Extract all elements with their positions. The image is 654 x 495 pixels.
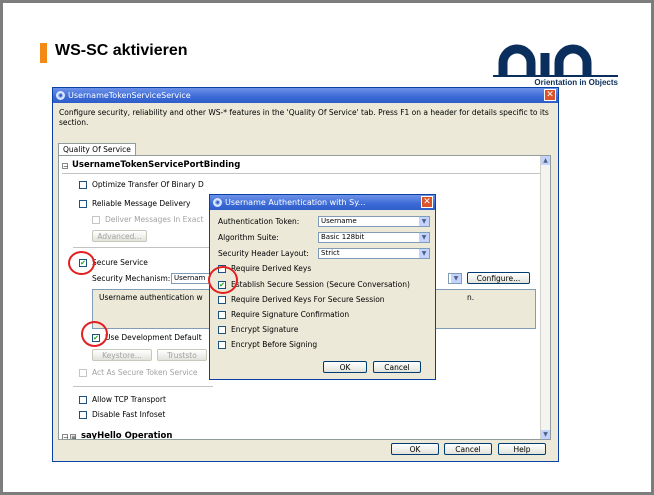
window-help-button[interactable]: Help: [498, 443, 546, 455]
binding-header: UsernameTokenServicePortBinding: [72, 160, 241, 170]
act-as-sts-label: Act As Secure Token Service: [92, 368, 198, 377]
dialog-title: Username Authentication with Sy...: [225, 198, 366, 207]
mechanism-description-tail: n.: [467, 293, 475, 302]
optimize-checkbox[interactable]: [79, 181, 87, 189]
service-icon: ◉: [56, 91, 65, 100]
window-description: Configure security, reliability and othe…: [59, 108, 549, 127]
dev-defaults-label: Use Development Default: [105, 333, 202, 342]
auth-token-label: Authentication Token:: [218, 217, 300, 226]
window-ok-button[interactable]: OK: [391, 443, 439, 455]
derived-keys-session-checkbox[interactable]: [218, 296, 226, 304]
security-mechanism-label: Security Mechanism:: [92, 274, 171, 283]
truststore-button[interactable]: Truststo: [157, 349, 207, 361]
algorithm-value: Basic 128bit: [321, 233, 365, 241]
scroll-up-icon[interactable]: ▲: [541, 156, 550, 165]
chevron-down-icon: ▼: [419, 217, 429, 226]
security-mechanism-value: Usernam: [174, 274, 206, 282]
option-label: Require Signature Confirmation: [231, 310, 350, 319]
keystore-button[interactable]: Keystore...: [92, 349, 152, 361]
encrypt-signature-checkbox[interactable]: [218, 326, 226, 334]
tab-quality-of-service[interactable]: Quality Of Service: [58, 143, 136, 155]
mechanism-description-text: Username authentication w: [99, 293, 203, 302]
layout-label: Security Header Layout:: [218, 249, 309, 258]
option-label: Encrypt Before Signing: [231, 340, 318, 349]
title-accent-bar: [40, 43, 47, 63]
deliver-checkbox[interactable]: [92, 216, 100, 224]
dialog-close-icon[interactable]: ✕: [421, 196, 433, 208]
window-cancel-button[interactable]: Cancel: [444, 443, 492, 455]
highlight-circle-dev-defaults: [81, 321, 108, 347]
deliver-label: Deliver Messages In Exact: [105, 215, 204, 224]
expand-icon[interactable]: −: [62, 434, 68, 439]
highlight-circle-secure-service: [68, 251, 95, 275]
chevron-down-icon: ▼: [419, 249, 429, 258]
layout-select[interactable]: Strict ▼: [318, 248, 430, 259]
option-label: Require Derived Keys: [231, 264, 312, 273]
layout-value: Strict: [321, 249, 340, 257]
algorithm-select[interactable]: Basic 128bit ▼: [318, 232, 430, 243]
window-titlebar: ◉ UsernameTokenServiceService: [53, 88, 558, 103]
option-label: Require Derived Keys For Secure Session: [231, 295, 385, 304]
auth-token-select[interactable]: Username ▼: [318, 216, 430, 227]
dialog-icon: ◉: [213, 198, 222, 207]
security-mechanism-select[interactable]: Usernam: [171, 273, 211, 284]
act-as-sts-checkbox[interactable]: [79, 369, 87, 377]
chevron-down-icon: ▼: [419, 233, 429, 242]
encrypt-before-signing-checkbox[interactable]: [218, 341, 226, 349]
reliable-checkbox[interactable]: [79, 200, 87, 208]
window-title: UsernameTokenServiceService: [68, 91, 191, 100]
slide-title: WS-SC aktivieren: [55, 42, 188, 59]
auth-dialog: ◉ Username Authentication with Sy... ✕ A…: [209, 194, 436, 380]
signature-confirmation-checkbox[interactable]: [218, 311, 226, 319]
algorithm-label: Algorithm Suite:: [218, 233, 279, 242]
divider: [73, 386, 213, 387]
oio-logo: Orientation in Objects: [493, 41, 618, 91]
allow-tcp-checkbox[interactable]: [79, 396, 87, 404]
scroll-down-icon[interactable]: ▼: [541, 430, 550, 439]
logo-rule: [493, 75, 618, 77]
divider: [62, 173, 540, 174]
divider: [73, 247, 213, 248]
disable-fi-checkbox[interactable]: [79, 411, 87, 419]
operation-header: sayHello Operation: [81, 431, 173, 440]
allow-tcp-label: Allow TCP Transport: [92, 395, 166, 404]
panel-scrollbar[interactable]: ▲ ▼: [540, 156, 550, 439]
dialog-titlebar: ◉ Username Authentication with Sy...: [210, 195, 435, 210]
auth-token-value: Username: [321, 217, 357, 225]
secure-service-label: Secure Service: [92, 258, 148, 267]
window-close-icon[interactable]: ✕: [544, 89, 556, 101]
chevron-down-icon: ▼: [451, 274, 461, 283]
dialog-ok-button[interactable]: OK: [323, 361, 367, 373]
option-label: Encrypt Signature: [231, 325, 299, 334]
option-label: Establish Secure Session (Secure Convers…: [231, 280, 410, 289]
configure-button[interactable]: Configure...: [467, 272, 530, 284]
disable-fi-label: Disable Fast Infoset: [92, 410, 166, 419]
highlight-circle-secure-session: [208, 266, 238, 294]
advanced-button[interactable]: Advanced...: [92, 230, 147, 242]
logo-tagline: Orientation in Objects: [534, 78, 618, 87]
oio-logo-mark: [498, 44, 592, 75]
security-mechanism-dropdown[interactable]: ▼: [448, 273, 462, 284]
collapse-icon[interactable]: −: [62, 163, 68, 170]
dialog-cancel-button[interactable]: Cancel: [373, 361, 421, 373]
operation-icon: ≡: [70, 434, 77, 440]
reliable-label: Reliable Message Delivery: [92, 199, 191, 208]
optimize-label: Optimize Transfer Of Binary D: [92, 180, 204, 189]
